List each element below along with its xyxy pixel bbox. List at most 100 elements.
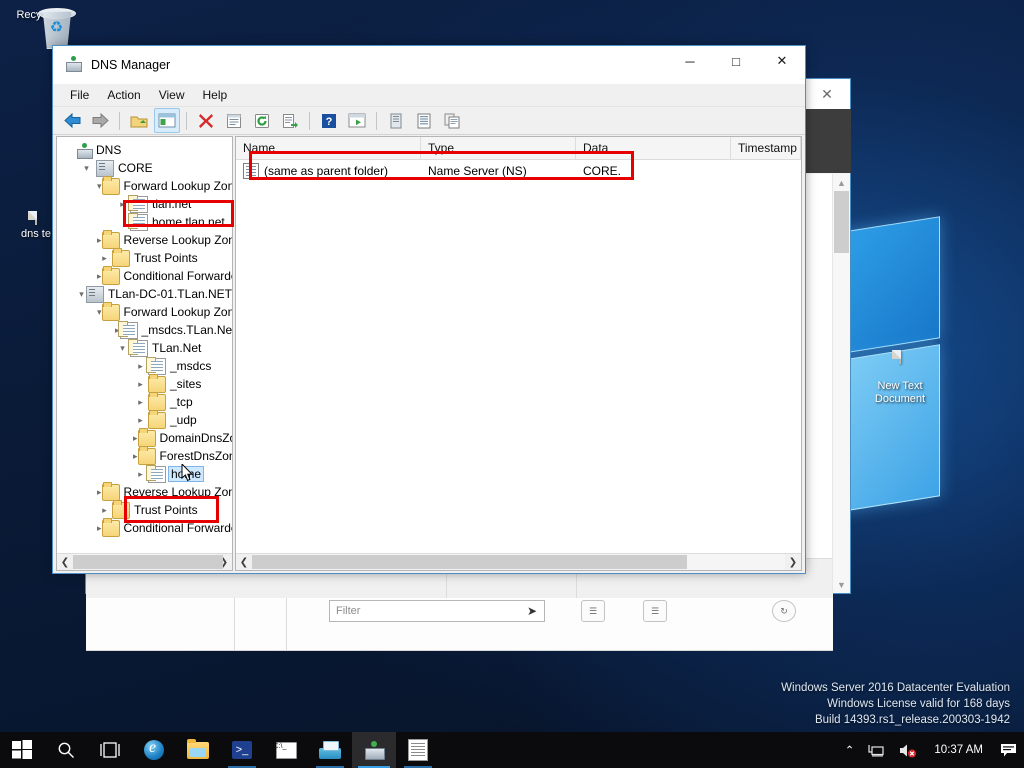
scrollbar-track[interactable] <box>73 554 223 570</box>
chevron-right-icon[interactable]: ▸ <box>133 451 138 462</box>
scroll-right-icon[interactable]: ❯ <box>785 554 801 570</box>
tree-node[interactable]: ▾ Forward Lookup Zones <box>57 301 232 321</box>
scroll-left-icon[interactable]: ❮ <box>57 554 73 570</box>
start-button[interactable] <box>0 732 44 768</box>
tree-node[interactable]: ▸ _sites <box>57 373 232 393</box>
menu-item-help[interactable]: Help <box>194 86 237 104</box>
powershell-button[interactable]: >_ <box>220 732 264 768</box>
task-view-button[interactable] <box>88 732 132 768</box>
refresh-button[interactable] <box>249 108 275 133</box>
volume-muted-icon[interactable] <box>892 732 924 768</box>
chevron-right-icon[interactable]: ▸ <box>97 523 102 534</box>
dns-manager-button[interactable] <box>352 732 396 768</box>
copy-button[interactable] <box>439 108 465 133</box>
up-one-level-button[interactable] <box>126 108 152 133</box>
tree-node[interactable]: ▸_msdcs.TLan.Net <box>57 320 232 339</box>
tree-node[interactable]: ▸ _msdcs <box>57 356 232 375</box>
tree-node[interactable]: ▸ _tcp <box>57 391 232 411</box>
menu-item-view[interactable]: View <box>150 86 194 104</box>
internet-explorer-button[interactable] <box>132 732 176 768</box>
chevron-down-icon[interactable]: ▾ <box>97 181 102 192</box>
column-header[interactable]: Data <box>576 137 731 159</box>
scroll-up-icon[interactable]: ▲ <box>833 174 850 191</box>
tree-node[interactable]: ▸ ForestDnsZones <box>57 445 232 465</box>
server-manager-button[interactable] <box>308 732 352 768</box>
filter-option-one[interactable]: ☰ <box>581 600 605 622</box>
properties-button[interactable] <box>221 108 247 133</box>
chevron-right-icon[interactable]: ▸ <box>97 487 102 498</box>
chevron-right-icon[interactable]: ▸ <box>97 271 102 282</box>
search-button[interactable] <box>44 732 88 768</box>
show-hidden-icons-button[interactable]: ⌃ <box>838 732 862 768</box>
tree-node[interactable]: ▾ CORE <box>57 159 232 177</box>
new-zone-button[interactable] <box>411 108 437 133</box>
scrollbar-thumb[interactable] <box>73 555 223 569</box>
tree-node[interactable]: ▸ _udp <box>57 409 232 429</box>
network-icon[interactable] <box>861 732 892 768</box>
tree-node[interactable]: home.tlan.net <box>57 212 232 231</box>
menu-item-action[interactable]: Action <box>98 86 149 104</box>
scrollbar-track[interactable] <box>252 554 785 570</box>
console-tree-scroll-area[interactable]: DNS▾CORE▾Forward Lookup Zones▸tlan.netho… <box>57 137 232 554</box>
background-window-vertical-scrollbar[interactable]: ▲ ▼ <box>832 174 850 593</box>
list-horizontal-scrollbar[interactable]: ❮ ❯ <box>236 553 801 570</box>
minimize-button[interactable]: ─ <box>667 46 713 76</box>
chevron-right-icon[interactable]: ▸ <box>97 505 112 516</box>
maximize-button[interactable]: □ <box>713 46 759 76</box>
forward-button[interactable] <box>87 108 113 133</box>
delete-button[interactable] <box>193 108 219 133</box>
chevron-right-icon[interactable]: ▸ <box>97 253 112 264</box>
new-window-button[interactable] <box>344 108 370 133</box>
back-button[interactable] <box>59 108 85 133</box>
tree-node[interactable]: ▸ Conditional Forwarders <box>57 265 232 285</box>
tree-node[interactable]: ▸ Trust Points <box>57 499 232 519</box>
tree-node[interactable]: ▾ Forward Lookup Zones <box>57 175 232 195</box>
file-explorer-button[interactable] <box>176 732 220 768</box>
tree-node[interactable]: ▸ Conditional Forwarders <box>57 517 232 537</box>
records-list-pane[interactable]: Name Type Data Timestamp (same as parent fo… <box>235 136 802 571</box>
chevron-right-icon[interactable]: ▸ <box>133 415 148 426</box>
background-window-close-button[interactable]: ✕ <box>804 79 850 109</box>
taskbar-clock[interactable]: 10:37 AM <box>924 744 993 756</box>
taskbar[interactable]: >_ C:\_ ⌃ 10:37 AM <box>0 732 1024 768</box>
tree-node[interactable]: ▸ Trust Points <box>57 247 232 267</box>
chevron-right-icon[interactable]: ▸ <box>133 379 148 390</box>
desktop-icon-new-text-document[interactable]: New Text Document <box>865 325 935 406</box>
notepad-button[interactable] <box>396 732 440 768</box>
list-column-headers[interactable]: Name Type Data Timestamp <box>236 137 801 160</box>
filter-option-two[interactable]: ☰ <box>643 600 667 622</box>
scroll-down-icon[interactable]: ▼ <box>833 576 850 593</box>
chevron-down-icon[interactable]: ▾ <box>97 307 102 318</box>
column-header[interactable]: Name <box>236 137 421 159</box>
tree-horizontal-scrollbar[interactable]: ❮ ❯ <box>57 553 232 570</box>
tree-node[interactable]: ▸ home <box>57 464 232 483</box>
dns-tree[interactable]: DNS▾CORE▾Forward Lookup Zones▸tlan.netho… <box>57 137 232 537</box>
chevron-right-icon[interactable]: ▸ <box>133 397 148 408</box>
filter-input[interactable]: Filter ➤ <box>329 600 545 622</box>
chevron-right-icon[interactable]: ▸ <box>133 433 138 444</box>
menu-item-file[interactable]: File <box>61 86 98 104</box>
console-tree-pane[interactable]: DNS▾CORE▾Forward Lookup Zones▸tlan.netho… <box>56 136 233 571</box>
close-button[interactable]: ✕ <box>759 46 805 76</box>
command-prompt-button[interactable]: C:\_ <box>264 732 308 768</box>
export-list-button[interactable] <box>277 108 303 133</box>
tree-node[interactable]: DNS <box>57 141 232 159</box>
desktop[interactable]: ♻ Recycle dns te New Text Document ✕ elp <box>0 0 1024 768</box>
column-header[interactable]: Type <box>421 137 576 159</box>
dns-manager-titlebar[interactable]: DNS Manager ─ □ ✕ <box>53 46 805 84</box>
tree-node[interactable]: ▸ Reverse Lookup Zones <box>57 481 232 501</box>
records-list[interactable]: (same as parent folder) Name Server (NS) C… <box>236 160 801 182</box>
chevron-down-icon[interactable]: ▾ <box>79 163 94 174</box>
tree-node[interactable]: ▾ TLan.Net <box>57 338 232 357</box>
dns-manager-window[interactable]: DNS Manager ─ □ ✕ File Action View Help <box>52 45 806 574</box>
show-hide-console-tree-button[interactable] <box>154 108 180 133</box>
help-button[interactable]: ? <box>316 108 342 133</box>
action-center-button[interactable] <box>993 732 1024 768</box>
tree-node[interactable]: ▾ TLan-DC-01.TLan.NET <box>57 285 232 303</box>
column-header[interactable]: Timestamp <box>731 137 801 159</box>
chevron-right-icon[interactable]: ▸ <box>97 235 102 246</box>
filter-clear-button[interactable]: ↻ <box>772 600 796 622</box>
scroll-left-icon[interactable]: ❮ <box>236 554 252 570</box>
scrollbar-thumb[interactable] <box>252 555 687 569</box>
scrollbar-thumb[interactable] <box>834 191 849 253</box>
